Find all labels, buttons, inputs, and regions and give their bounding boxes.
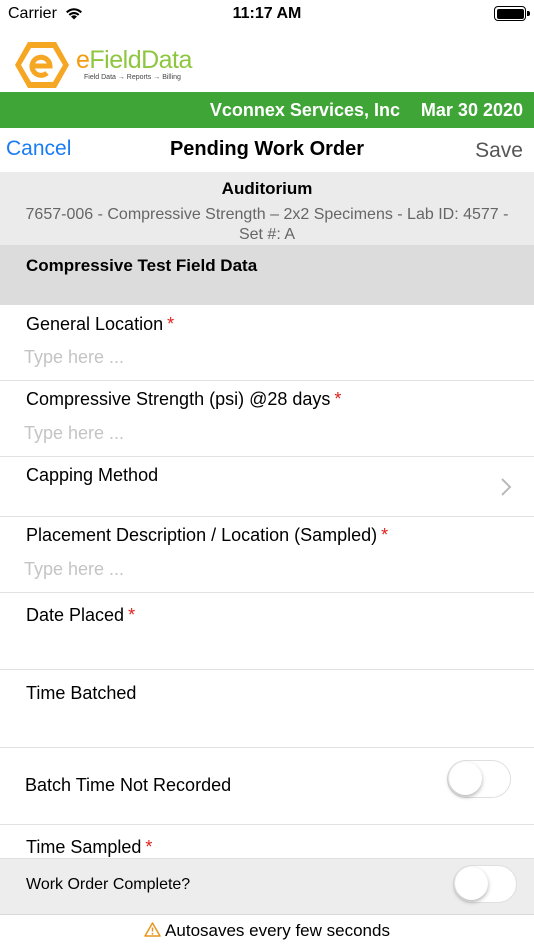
logo-tagline: Field Data → Reports → Billing	[84, 74, 181, 81]
general-location-row: General Location *	[0, 305, 534, 381]
compressive-strength-label: Compressive Strength (psi) @28 days *	[26, 389, 341, 410]
autosave-text: Autosaves every few seconds	[165, 921, 390, 940]
toggle-knob	[455, 867, 488, 900]
header-date: Mar 30 2020	[420, 100, 523, 120]
logo-wordmark-rest: FieldData	[89, 46, 192, 74]
project-name: Auditorium	[221, 179, 313, 198]
capping-method-label: Capping Method	[26, 465, 159, 485]
autosave-message: Autosaves every few seconds	[144, 921, 390, 941]
required-mark: *	[145, 837, 153, 857]
compressive-strength-input[interactable]	[24, 423, 504, 444]
placement-description-input[interactable]	[24, 559, 504, 580]
toggle-knob	[449, 762, 482, 795]
placement-description-label-text: Placement Description / Location (Sample…	[26, 525, 378, 545]
project-header: Auditorium 7657-006 - Compressive Streng…	[0, 172, 534, 245]
logo-wordmark: eFieldData	[76, 46, 192, 75]
navigation-bar: Cancel Pending Work Order Save	[0, 128, 534, 172]
time-sampled-label-text: Time Sampled	[26, 837, 142, 857]
section-header: Compressive Test Field Data	[0, 245, 534, 305]
date-placed-label-text: Date Placed	[26, 605, 125, 625]
time-sampled-label: Time Sampled *	[26, 837, 152, 858]
work-order-complete-toggle[interactable]	[453, 865, 517, 903]
company-header: Vconnex Services, Inc Mar 30 2020	[0, 92, 534, 128]
company-name: Vconnex Services, Inc	[209, 100, 400, 120]
required-mark: *	[128, 605, 136, 625]
chevron-right-icon	[501, 478, 512, 496]
batch-time-not-recorded-label: Batch Time Not Recorded	[25, 775, 232, 795]
batch-time-not-recorded-row: Batch Time Not Recorded	[0, 748, 534, 825]
general-location-label-text: General Location	[26, 314, 164, 334]
autosave-bar: Autosaves every few seconds	[0, 914, 534, 950]
page-title: Pending Work Order	[169, 138, 365, 160]
project-description: 7657-006 - Compressive Strength – 2x2 Sp…	[25, 206, 509, 243]
required-mark: *	[167, 314, 175, 334]
cancel-button[interactable]: Cancel	[6, 137, 71, 161]
batch-time-not-recorded-toggle[interactable]	[447, 760, 511, 798]
date-placed-row[interactable]: Date Placed *	[0, 593, 534, 670]
time-batched-row[interactable]: Time Batched	[0, 670, 534, 748]
compressive-strength-row: Compressive Strength (psi) @28 days *	[0, 381, 534, 457]
save-button[interactable]: Save	[475, 139, 523, 163]
work-order-complete-label: Work Order Complete?	[26, 876, 191, 893]
required-mark: *	[334, 389, 342, 409]
logo-hex-icon	[15, 42, 69, 88]
capping-method-row[interactable]: Capping Method	[0, 457, 534, 517]
work-order-complete-bar: Work Order Complete?	[0, 858, 534, 914]
placement-description-label: Placement Description / Location (Sample…	[26, 525, 388, 546]
warning-icon	[144, 922, 161, 937]
compressive-strength-label-text: Compressive Strength (psi) @28 days	[26, 389, 331, 409]
logo-wordmark-e: e	[76, 46, 90, 74]
app-logo: eFieldData Field Data → Reports → Billin…	[14, 40, 274, 92]
battery-fill	[496, 8, 524, 19]
placement-description-row: Placement Description / Location (Sample…	[0, 517, 534, 593]
general-location-input[interactable]	[24, 347, 504, 368]
section-title: Compressive Test Field Data	[26, 256, 258, 275]
date-placed-label: Date Placed *	[26, 605, 135, 626]
general-location-label: General Location *	[26, 314, 174, 335]
status-bar: Carrier 11:17 AM	[0, 0, 534, 30]
battery-icon	[494, 6, 530, 21]
time-batched-label: Time Batched	[26, 683, 137, 703]
required-mark: *	[381, 525, 389, 545]
battery-tip	[527, 11, 530, 16]
clock: 11:17 AM	[232, 5, 302, 22]
